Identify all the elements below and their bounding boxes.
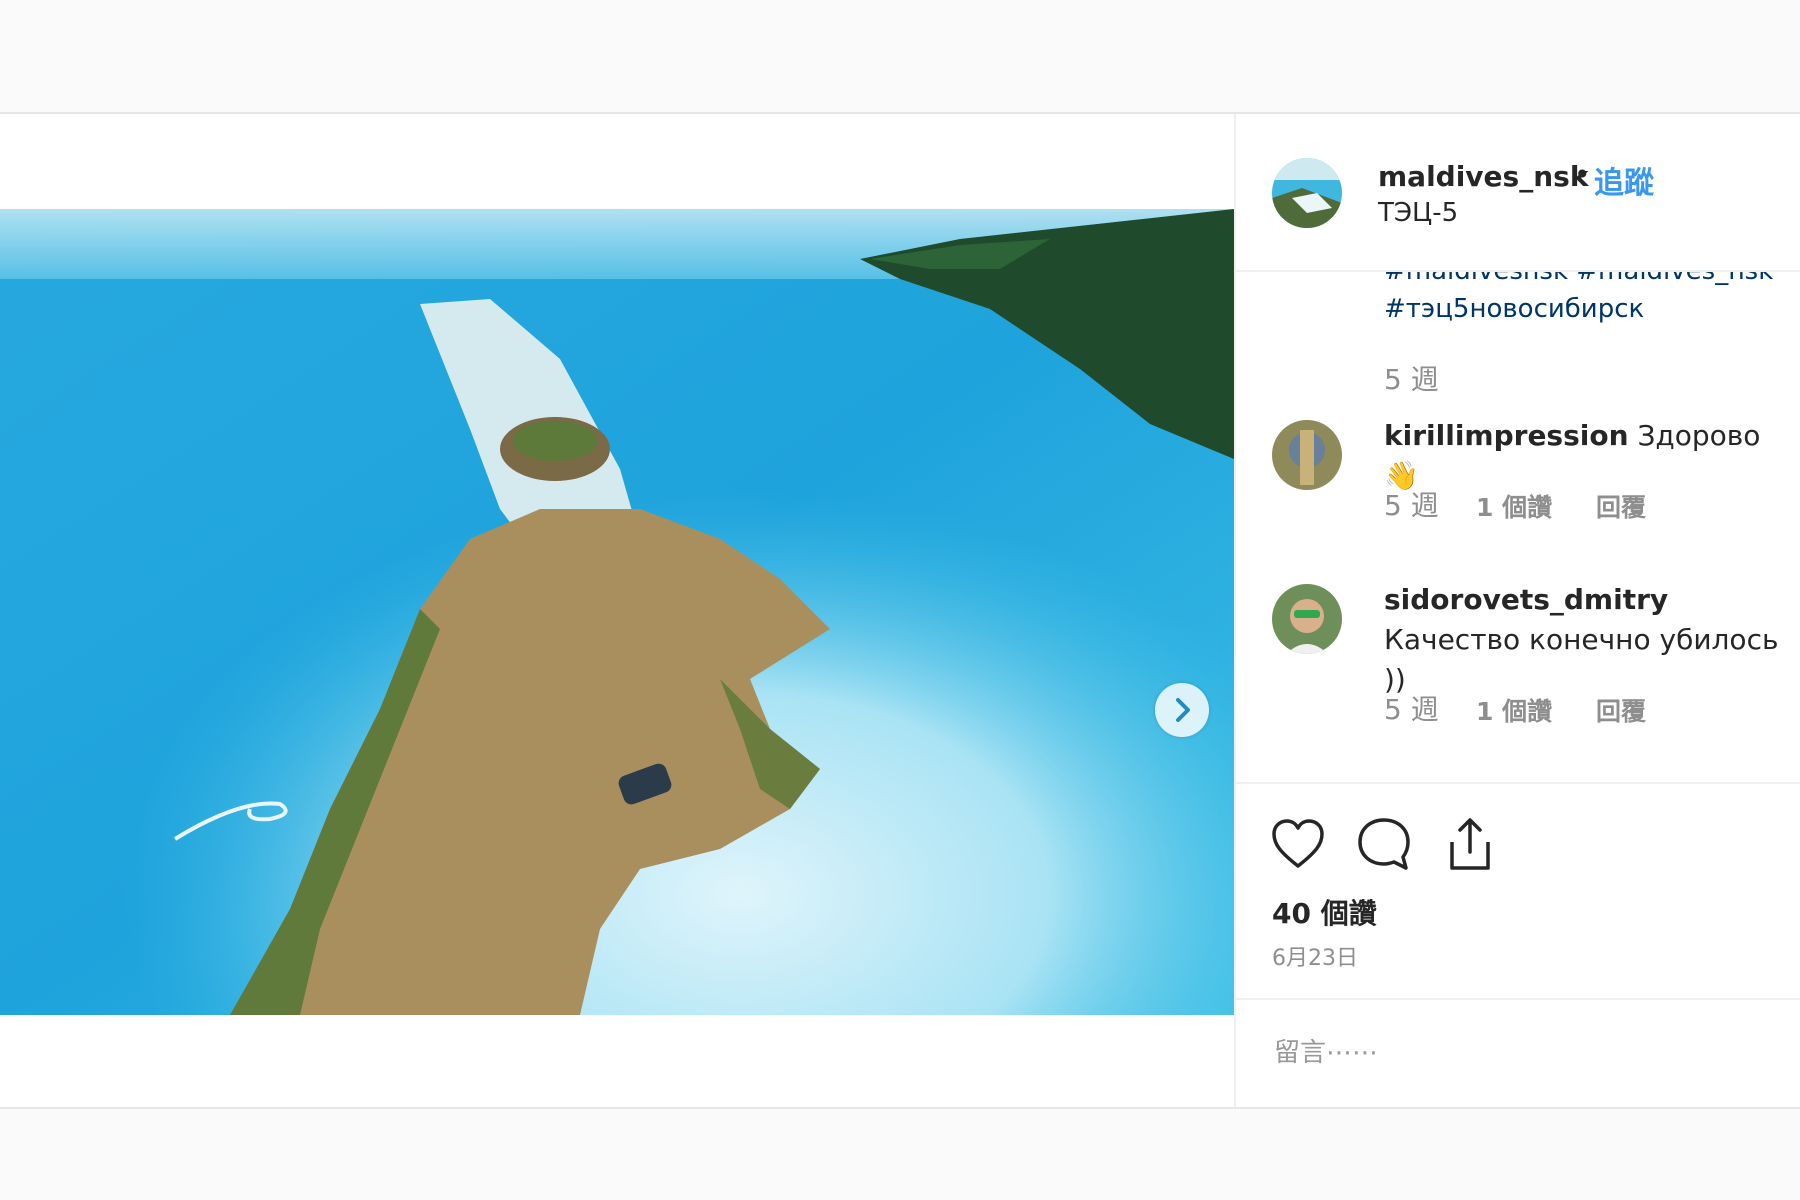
comment-input[interactable] [1272,1022,1776,1084]
comment-text: Качество конечно убилось )) [1384,623,1779,696]
post-actions: 40 個讚 6月23日 [1236,782,1800,998]
comment-time[interactable]: 5 週 [1384,484,1439,524]
post-photo[interactable] [0,209,1234,1015]
author-avatar[interactable] [1272,158,1342,228]
comment-bubble-icon[interactable] [1354,814,1414,874]
author-username[interactable]: maldives_nsk [1378,160,1588,193]
chevron-right-icon [1176,698,1190,722]
commenter-avatar[interactable] [1272,584,1342,654]
post-location[interactable]: ТЭЦ-5 [1378,198,1458,228]
post-media [0,114,1234,1107]
add-comment-section [1236,998,1800,1107]
comment-item: kirillimpression Здорово 👋 [1384,416,1784,496]
comment-username[interactable]: kirillimpression [1384,419,1629,452]
likes-count[interactable]: 40 個讚 [1272,892,1377,932]
carousel-next-button[interactable] [1155,683,1209,737]
comment-time[interactable]: 5 週 [1384,688,1439,728]
commenter-avatar[interactable] [1272,420,1342,490]
caption-time[interactable]: 5 週 [1384,358,1439,398]
follow-button[interactable]: 追蹤 [1594,158,1654,202]
hashtag-link[interactable]: #maldivesnsk #maldives_nsk [1384,272,1784,290]
comment-likes[interactable]: 1 個讚 [1476,692,1552,728]
comment-username[interactable]: sidorovets_dmitry [1384,583,1668,616]
post-date[interactable]: 6月23日 [1272,940,1358,972]
comments-list[interactable]: #maldivesnsk #maldives_nsk #тэц5новосиби… [1236,272,1800,782]
post-sidebar: maldives_nsk • 追蹤 ТЭЦ-5 #maldivesnsk #ma… [1234,114,1800,1107]
comment-likes[interactable]: 1 個讚 [1476,488,1552,524]
caption-hashtags: #maldivesnsk #maldives_nsk #тэц5новосиби… [1384,272,1784,328]
heart-icon[interactable] [1268,814,1328,874]
reply-button[interactable]: 回覆 [1596,488,1646,524]
hashtag-link[interactable]: #тэц5новосибирск [1384,290,1784,328]
post-container: maldives_nsk • 追蹤 ТЭЦ-5 #maldivesnsk #ma… [0,112,1800,1109]
share-icon[interactable] [1440,814,1500,874]
post-header: maldives_nsk • 追蹤 ТЭЦ-5 [1236,114,1800,272]
comment-item: sidorovets_dmitry Качество конечно убило… [1384,580,1784,700]
reply-button[interactable]: 回覆 [1596,692,1646,728]
header-separator: • [1574,158,1591,191]
